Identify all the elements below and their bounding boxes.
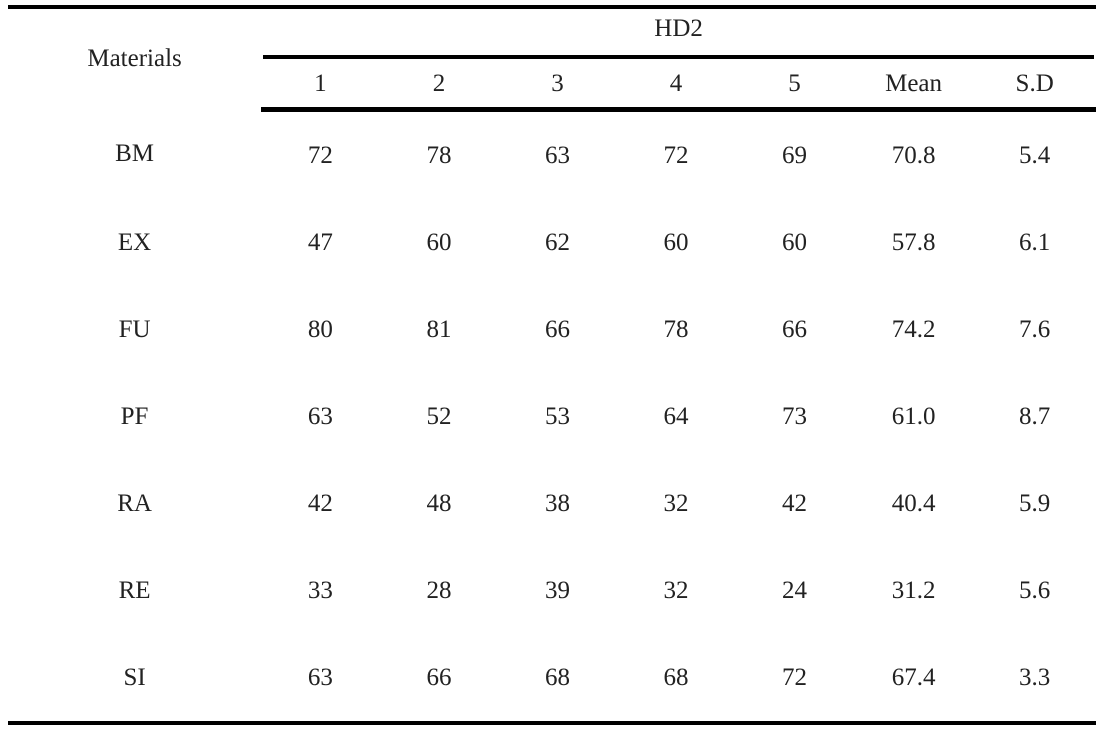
cell-mean: 67.4 <box>853 634 974 725</box>
cell-sd: 5.9 <box>1019 489 1051 517</box>
cell-mean: 40.4 <box>891 489 936 517</box>
table-row: PF 63 52 53 64 73 61.0 8.7 <box>8 373 1096 460</box>
group-header-label: HD2 <box>654 15 703 42</box>
cell-value: 33 <box>307 576 333 604</box>
cell-value: 47 <box>307 228 333 256</box>
cell-value: 39 <box>544 576 570 604</box>
table-row: FU 80 81 66 78 66 74.2 7.6 <box>8 286 1096 373</box>
cell-mean: 61.0 <box>891 402 936 430</box>
table-row: RA 42 48 38 32 42 40.4 5.9 <box>8 460 1096 547</box>
cell-value: 72 <box>735 634 854 725</box>
column-header-mean: Mean <box>853 61 974 112</box>
cell-value: 81 <box>426 315 452 343</box>
cell-sd: 5.6 <box>1019 576 1051 604</box>
cell-value: 38 <box>544 489 570 517</box>
cell-value: 66 <box>379 634 499 725</box>
cell-value: 78 <box>426 141 452 169</box>
cell-material: SI <box>8 634 262 725</box>
cell-value: 60 <box>663 228 689 256</box>
table-row: BM 72 78 63 72 69 70.8 5.4 <box>8 110 1096 200</box>
cell-value: 48 <box>426 489 452 517</box>
cell-value: 73 <box>782 402 808 430</box>
cell-value: 63 <box>261 634 380 725</box>
cell-value: 60 <box>426 228 452 256</box>
cell-value: 69 <box>782 141 808 169</box>
cell-value: 66 <box>782 315 808 343</box>
cell-material: FU <box>118 315 151 343</box>
cell-material: EX <box>117 228 152 256</box>
cell-value: 66 <box>544 315 570 343</box>
column-header-materials: Materials <box>8 5 262 110</box>
header-row-group: Materials HD2 <box>8 5 1096 110</box>
cell-value: 64 <box>663 402 689 430</box>
cell-value: 63 <box>544 141 570 169</box>
table-header: Materials HD2 1 2 3 4 5 Mean S.D <box>8 5 1096 112</box>
cell-value: 78 <box>663 315 689 343</box>
column-group-header-hd2: HD2 <box>261 5 1096 61</box>
column-header-sd: S.D <box>973 61 1096 112</box>
column-header-4: 4 <box>616 61 736 112</box>
cell-sd: 6.1 <box>1019 228 1051 256</box>
cell-value: 72 <box>307 141 333 169</box>
cell-mean: 31.2 <box>891 576 936 604</box>
cell-mean: 57.8 <box>891 228 936 256</box>
cell-value: 68 <box>498 634 617 725</box>
table-body: BM 72 78 63 72 69 70.8 5.4 EX 47 60 62 6… <box>8 110 1096 725</box>
cell-value: 68 <box>616 634 736 725</box>
cell-value: 42 <box>782 489 808 517</box>
cell-material: RA <box>117 489 152 517</box>
cell-value: 62 <box>544 228 570 256</box>
column-header-2: 2 <box>379 61 499 112</box>
table-row: RE 33 28 39 32 24 31.2 5.6 <box>8 547 1096 634</box>
cell-sd: 7.6 <box>1019 315 1051 343</box>
cell-value: 28 <box>426 576 452 604</box>
column-header-3: 3 <box>498 61 617 112</box>
table-row: EX 47 60 62 60 60 57.8 6.1 <box>8 199 1096 286</box>
cell-sd: 3.3 <box>973 634 1096 725</box>
hd2-measurements-table: Materials HD2 1 2 3 4 5 Mean S.D BM 72 7… <box>8 5 1096 725</box>
cell-value: 60 <box>782 228 808 256</box>
table-row: SI 63 66 68 68 72 67.4 3.3 <box>8 634 1096 725</box>
cell-material: PF <box>120 402 149 430</box>
cell-value: 52 <box>426 402 452 430</box>
cell-sd: 8.7 <box>1019 402 1051 430</box>
cell-value: 72 <box>663 141 689 169</box>
cell-value: 32 <box>663 576 689 604</box>
cell-mean: 74.2 <box>891 315 936 343</box>
cell-value: 63 <box>307 402 333 430</box>
cell-sd: 5.4 <box>1019 141 1051 169</box>
column-header-1: 1 <box>261 61 380 112</box>
cell-mean: 70.8 <box>891 141 936 169</box>
cell-value: 32 <box>663 489 689 517</box>
table-container: Materials HD2 1 2 3 4 5 Mean S.D BM 72 7… <box>0 0 1104 732</box>
cell-value: 53 <box>544 402 570 430</box>
cell-value: 24 <box>782 576 808 604</box>
cell-value: 80 <box>307 315 333 343</box>
cell-value: 42 <box>307 489 333 517</box>
column-header-5: 5 <box>735 61 854 112</box>
group-header-rule <box>263 55 1094 59</box>
cell-material: RE <box>118 576 151 604</box>
cell-material: BM <box>115 140 155 168</box>
